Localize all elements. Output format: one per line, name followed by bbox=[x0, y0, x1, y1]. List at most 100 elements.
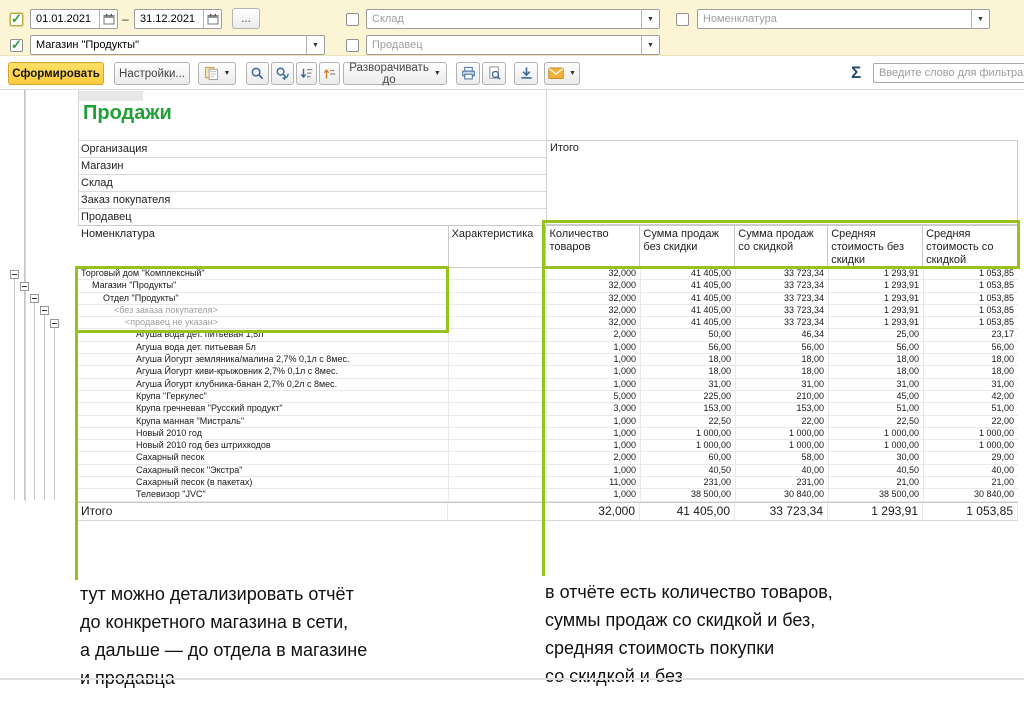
warehouse-placeholder: Склад bbox=[367, 13, 641, 25]
table-row[interactable]: Сахарный песок2,00060,0058,0030,0029,00 bbox=[78, 452, 1018, 464]
period-from-field[interactable]: 01.01.2021 bbox=[30, 9, 118, 29]
row-value: 1,000 bbox=[546, 354, 640, 365]
store-checkbox[interactable]: ✓ bbox=[10, 39, 23, 52]
total-row-characteristic bbox=[447, 503, 545, 520]
table-row[interactable]: Телевизор "JVC"1,00038 500,0030 840,0038… bbox=[78, 489, 1018, 501]
print-button[interactable] bbox=[456, 62, 480, 85]
save-export-button[interactable] bbox=[514, 62, 538, 85]
warehouse-checkbox[interactable]: ✓ bbox=[346, 13, 359, 26]
row-value: 1,000 bbox=[546, 428, 640, 439]
table-row[interactable]: Агуша Йогурт клубника-банан 2,7% 0,2л с … bbox=[78, 379, 1018, 391]
nomenclature-checkbox[interactable]: ✓ bbox=[676, 13, 689, 26]
row-value: 41 405,00 bbox=[640, 317, 735, 328]
row-value: 1,000 bbox=[546, 440, 640, 451]
settings-button[interactable]: Настройки... bbox=[114, 62, 190, 85]
table-row[interactable]: Крупа "Геркулес"5,000225,00210,0045,0042… bbox=[78, 391, 1018, 403]
row-label: Телевизор "JVC" bbox=[78, 489, 448, 500]
row-value: 30 840,00 bbox=[735, 489, 828, 500]
row-characteristic bbox=[448, 366, 546, 377]
row-value: 51,00 bbox=[923, 403, 1018, 414]
store-combo[interactable]: Магазин "Продукты" ▼ bbox=[30, 35, 325, 55]
table-row[interactable]: Крупа манная "Мистраль"1,00022,5022,0022… bbox=[78, 416, 1018, 428]
report-title: Продажи bbox=[83, 102, 172, 125]
table-row[interactable]: Новый 2010 год1,0001 000,001 000,001 000… bbox=[78, 428, 1018, 440]
row-value: 31,00 bbox=[735, 379, 828, 390]
row-value: 11,000 bbox=[546, 477, 640, 488]
period-to-field[interactable]: 31.12.2021 bbox=[134, 9, 222, 29]
collapse-group-icon[interactable] bbox=[50, 319, 59, 328]
row-value: 38 500,00 bbox=[640, 489, 735, 500]
row-value: 30,00 bbox=[828, 452, 923, 463]
expand-groups-button[interactable] bbox=[296, 62, 317, 85]
collapse-group-icon[interactable] bbox=[40, 306, 49, 315]
tree-line bbox=[14, 279, 15, 500]
chevron-down-icon[interactable]: ▼ bbox=[306, 36, 324, 54]
row-value: 1 293,91 bbox=[828, 317, 923, 328]
total-row-value: 1 053,85 bbox=[922, 503, 1017, 520]
row-value: 45,00 bbox=[828, 391, 923, 402]
collapse-group-icon[interactable] bbox=[10, 270, 19, 279]
seller-field[interactable]: Продавец ▼ bbox=[366, 35, 660, 55]
table-row[interactable]: Агуша вода дет. питьевая 5л1,00056,0056,… bbox=[78, 342, 1018, 354]
check-icon: ✓ bbox=[11, 37, 22, 53]
search-next-button[interactable] bbox=[271, 62, 294, 85]
sum-sigma-icon[interactable]: Σ bbox=[851, 63, 861, 83]
row-characteristic bbox=[448, 280, 546, 291]
collapse-group-icon[interactable] bbox=[20, 282, 29, 291]
row-value: 22,00 bbox=[923, 416, 1018, 427]
total-column-header: Итого bbox=[546, 140, 1018, 225]
calendar-icon[interactable] bbox=[203, 10, 221, 28]
calendar-icon[interactable] bbox=[99, 10, 117, 28]
app-window: { "filters": { "period": {"checked": tru… bbox=[0, 0, 1024, 711]
chevron-down-icon[interactable]: ▼ bbox=[641, 10, 659, 28]
report-variants-button[interactable]: ▼ bbox=[198, 62, 236, 85]
selected-cell-marker bbox=[79, 91, 143, 101]
table-row[interactable]: Сахарный песок (в пакетах)11,000231,0023… bbox=[78, 477, 1018, 489]
table-row[interactable]: Новый 2010 год без штрихкодов1,0001 000,… bbox=[78, 440, 1018, 452]
collapse-group-icon[interactable] bbox=[30, 294, 39, 303]
period-more-button[interactable]: ... bbox=[232, 8, 260, 29]
row-characteristic bbox=[448, 293, 546, 304]
period-checkbox[interactable]: ✓ bbox=[10, 13, 23, 26]
total-row-label: Итого bbox=[78, 503, 447, 520]
generate-button[interactable]: Сформировать bbox=[8, 62, 104, 85]
table-row[interactable]: Сахарный песок "Экстра"1,00040,5040,0040… bbox=[78, 465, 1018, 477]
seller-checkbox[interactable]: ✓ bbox=[346, 39, 359, 52]
row-label: Сахарный песок bbox=[78, 452, 448, 463]
nomenclature-placeholder: Номенклатура bbox=[698, 13, 971, 25]
row-value: 40,00 bbox=[735, 465, 828, 476]
row-characteristic bbox=[448, 428, 546, 439]
report-attribute-rows: ОрганизацияМагазинСкладЗаказ покупателяП… bbox=[78, 140, 546, 226]
row-value: 1 000,00 bbox=[640, 428, 735, 439]
row-value: 1 000,00 bbox=[828, 440, 923, 451]
row-value: 41 405,00 bbox=[640, 305, 735, 316]
annotation-text-right: в отчёте есть количество товаров, суммы … bbox=[545, 578, 1005, 690]
chevron-down-icon[interactable]: ▼ bbox=[971, 10, 989, 28]
table-row[interactable]: Крупа гречневая "Русский продукт"3,00015… bbox=[78, 403, 1018, 415]
quick-filter-input[interactable] bbox=[873, 63, 1024, 83]
row-characteristic bbox=[448, 391, 546, 402]
row-label: Агуша Йогурт киви-крыжовник 2,7% 0,1л с … bbox=[78, 366, 448, 377]
row-value: 1 000,00 bbox=[828, 428, 923, 439]
store-value: Магазин "Продукты" bbox=[31, 39, 306, 51]
table-row[interactable]: Агуша Йогурт киви-крыжовник 2,7% 0,1л с … bbox=[78, 366, 1018, 378]
row-characteristic bbox=[448, 305, 546, 316]
row-value: 1,000 bbox=[546, 342, 640, 353]
chevron-down-icon[interactable]: ▼ bbox=[641, 36, 659, 54]
row-value: 153,00 bbox=[735, 403, 828, 414]
row-value: 1 000,00 bbox=[640, 440, 735, 451]
expand-to-button[interactable]: Разворачивать до▼ bbox=[343, 62, 447, 85]
collapse-groups-button[interactable] bbox=[319, 62, 340, 85]
search-button[interactable] bbox=[246, 62, 269, 85]
row-value: 1 053,85 bbox=[923, 280, 1018, 291]
warehouse-field[interactable]: Склад ▼ bbox=[366, 9, 660, 29]
row-value: 21,00 bbox=[923, 477, 1018, 488]
total-row-value: 1 293,91 bbox=[827, 503, 922, 520]
send-email-button[interactable]: ▼ bbox=[544, 62, 580, 85]
table-total-row[interactable]: Итого 32,00041 405,0033 723,341 293,911 … bbox=[78, 502, 1018, 521]
print-preview-button[interactable] bbox=[482, 62, 506, 85]
table-row[interactable]: Агуша Йогурт земляника/малина 2,7% 0,1л … bbox=[78, 354, 1018, 366]
row-label: Агуша Йогурт клубника-банан 2,7% 0,2л с … bbox=[78, 379, 448, 390]
row-value: 2,000 bbox=[546, 329, 640, 340]
nomenclature-field[interactable]: Номенклатура ▼ bbox=[697, 9, 990, 29]
